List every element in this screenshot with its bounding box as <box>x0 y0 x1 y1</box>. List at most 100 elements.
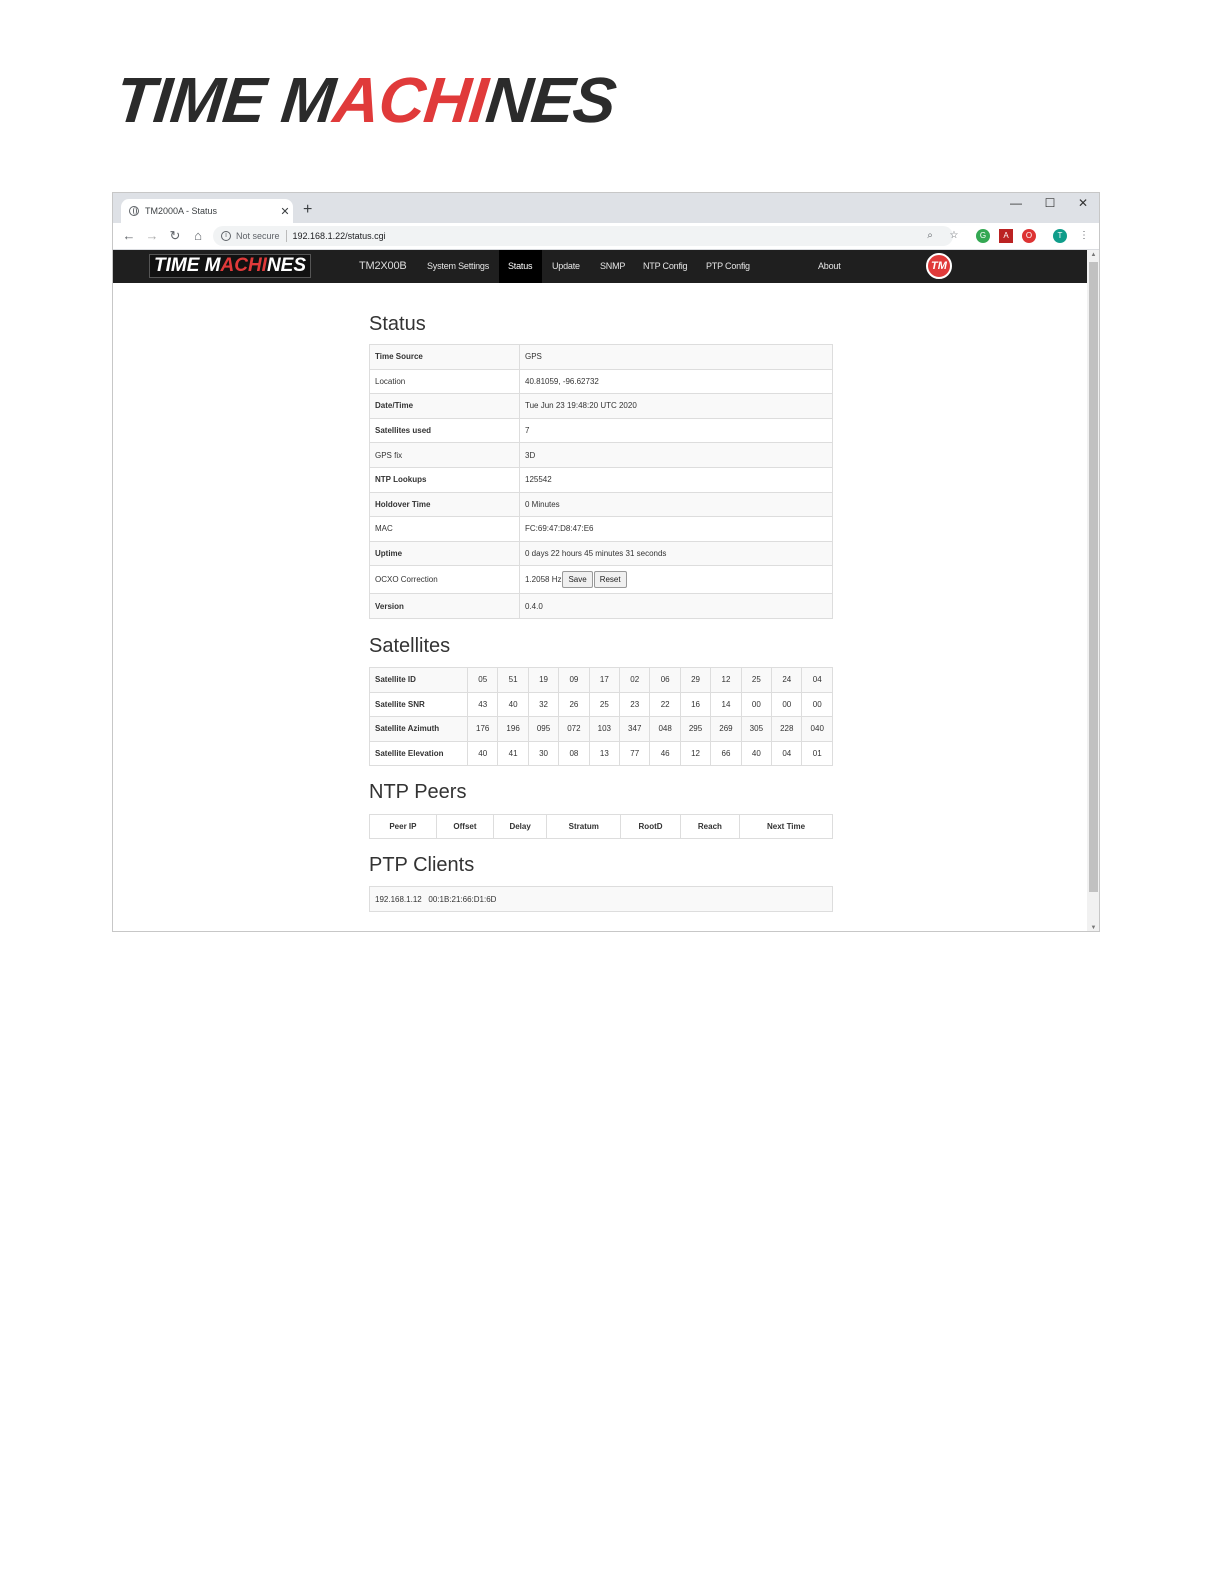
zoom-icon[interactable]: ⌕ <box>923 229 937 243</box>
scroll-thumb[interactable] <box>1089 262 1098 892</box>
tm-badge-icon: TM <box>926 253 952 279</box>
profile-icon[interactable]: T <box>1053 229 1067 243</box>
new-tab-button[interactable]: + <box>303 201 312 219</box>
status-row: MAC FC:69:47:D8:47:E6 <box>369 516 833 542</box>
site-logo-part2: ACHI <box>220 255 267 276</box>
url-text: 192.168.1.22/status.cgi <box>292 231 386 241</box>
nav-ntp-config[interactable]: NTP Config <box>634 250 696 283</box>
satellite-cell: 26 <box>558 691 590 717</box>
tab-strip: TM2000A - Status ✕ + — ☐ ✕ <box>113 193 1099 223</box>
maximize-button[interactable]: ☐ <box>1035 196 1065 210</box>
status-row: NTP Lookups 125542 <box>369 466 833 493</box>
close-tab-icon[interactable]: ✕ <box>277 205 293 218</box>
ptp-clients-table: 192.168.1.12 00:1B:21:66:D1:6D <box>369 886 833 912</box>
pdf-icon[interactable]: A <box>999 229 1013 243</box>
satellite-row: Satellite ID 05 51 19 09 17 02 06 29 12 25 24 04 <box>369 667 833 693</box>
satellite-cell: 19 <box>527 667 560 693</box>
satellite-cell: 30 <box>527 740 560 766</box>
save-button[interactable]: Save <box>562 571 593 589</box>
status-row: Location 40.81059, -96.62732 <box>369 368 833 395</box>
status-value: 40.81059, -96.62732 <box>519 368 833 395</box>
satellite-cell: 12 <box>679 740 712 766</box>
satellite-cell: 00 <box>740 691 773 717</box>
scrollbar[interactable]: ▲ ▼ <box>1087 250 1099 931</box>
nav-brand[interactable]: TM2X00B <box>350 250 416 283</box>
ptp-client-cell: 192.168.1.12 00:1B:21:66:D1:6D <box>369 886 833 912</box>
satellite-cell: 072 <box>558 716 590 742</box>
status-heading: Status <box>369 313 426 335</box>
ntp-column-header: Peer IP <box>369 814 437 839</box>
close-window-button[interactable]: ✕ <box>1068 196 1098 210</box>
nav-about[interactable]: About <box>809 250 850 283</box>
shield-icon[interactable]: O <box>1022 229 1036 243</box>
ntp-peers-heading: NTP Peers <box>369 781 467 803</box>
status-row: GPS fix 3D <box>369 442 833 468</box>
info-icon[interactable]: i <box>221 231 231 241</box>
status-value: 1.2058 Hz Save Reset <box>519 565 833 595</box>
ptp-clients-heading: PTP Clients <box>369 854 475 876</box>
browser-tab[interactable]: TM2000A - Status ✕ <box>121 199 293 223</box>
satellites-heading: Satellites <box>369 635 451 657</box>
ntp-column-header: Stratum <box>546 814 622 839</box>
satellite-cell: 176 <box>466 716 499 742</box>
satellite-row-label: Satellite SNR <box>369 691 468 717</box>
star-icon[interactable]: ☆ <box>947 229 961 243</box>
satellite-cell: 040 <box>801 716 833 742</box>
satellite-cell: 17 <box>588 667 621 693</box>
satellite-cell: 05 <box>466 667 499 693</box>
nav-status[interactable]: Status <box>499 250 542 283</box>
address-bar[interactable]: i Not secure 192.168.1.22/status.cgi <box>213 226 953 246</box>
status-value: Tue Jun 23 19:48:20 UTC 2020 <box>519 393 833 419</box>
status-label: NTP Lookups <box>369 466 520 493</box>
ntp-column-header: Offset <box>435 814 495 839</box>
satellite-row-label: Satellite Elevation <box>369 740 468 766</box>
nav-ptp-config[interactable]: PTP Config <box>697 250 759 283</box>
minimize-button[interactable]: — <box>1001 196 1031 210</box>
status-value: 0.4.0 <box>519 593 833 619</box>
satellite-cell: 40 <box>740 740 773 766</box>
browser-window: TM2000A - Status ✕ + — ☐ ✕ ← → ↻ ⌂ i Not… <box>112 192 1100 932</box>
satellite-cell: 196 <box>497 716 529 742</box>
forward-arrow-icon[interactable]: → <box>143 228 161 244</box>
reload-icon[interactable]: ↻ <box>166 228 184 244</box>
ntp-column-header: Next Time <box>739 814 833 839</box>
nav-system-settings[interactable]: System Settings <box>418 250 498 283</box>
satellites-table: Satellite ID 05 51 19 09 17 02 06 29 12 25 24 04 Sate… <box>369 667 833 766</box>
scroll-up-icon[interactable]: ▲ <box>1087 252 1099 258</box>
nav-update[interactable]: Update <box>543 250 589 283</box>
status-row: Version 0.4.0 <box>369 593 833 619</box>
satellite-row: Satellite Azimuth 176 196 095 072 103 347 048 29… <box>369 716 833 742</box>
logo-text-part3: NES <box>482 64 619 136</box>
status-value: GPS <box>519 344 833 370</box>
satellite-cell: 40 <box>466 740 499 766</box>
satellite-cell: 228 <box>771 716 803 742</box>
back-arrow-icon[interactable]: ← <box>120 228 138 244</box>
site-navbar: TIME MACHINES TM2X00B System Settings St… <box>113 250 1087 283</box>
status-label: Holdover Time <box>369 491 520 518</box>
address-separator <box>285 230 287 242</box>
satellite-cell: 04 <box>771 740 803 766</box>
status-row: Date/Time Tue Jun 23 19:48:20 UTC 2020 <box>369 393 833 419</box>
site-logo[interactable]: TIME MACHINES <box>149 254 312 278</box>
status-label: GPS fix <box>369 442 520 468</box>
satellite-cell: 16 <box>679 691 712 717</box>
reset-button[interactable]: Reset <box>593 571 627 589</box>
logo-text-part2: ACHI <box>330 64 491 136</box>
satellite-cell: 13 <box>588 740 621 766</box>
status-value: 7 <box>519 417 833 444</box>
nav-snmp[interactable]: SNMP <box>591 250 634 283</box>
ntp-column-header: Delay <box>493 814 548 839</box>
satellite-cell: 24 <box>771 667 803 693</box>
extension-icon[interactable]: G <box>976 229 990 243</box>
satellite-cell: 14 <box>710 691 742 717</box>
satellite-cell: 00 <box>771 691 803 717</box>
home-icon[interactable]: ⌂ <box>189 228 207 244</box>
satellite-cell: 23 <box>619 691 651 717</box>
scroll-down-icon[interactable]: ▼ <box>1087 925 1099 931</box>
satellite-cell: 66 <box>710 740 742 766</box>
satellite-cell: 29 <box>679 667 712 693</box>
tab-title: TM2000A - Status <box>145 206 218 216</box>
menu-icon[interactable]: ⋮ <box>1077 229 1091 243</box>
satellite-row: Satellite SNR 43 40 32 26 25 23 22 16 14 00 00 00 <box>369 691 833 717</box>
satellite-row-label: Satellite Azimuth <box>369 716 468 742</box>
